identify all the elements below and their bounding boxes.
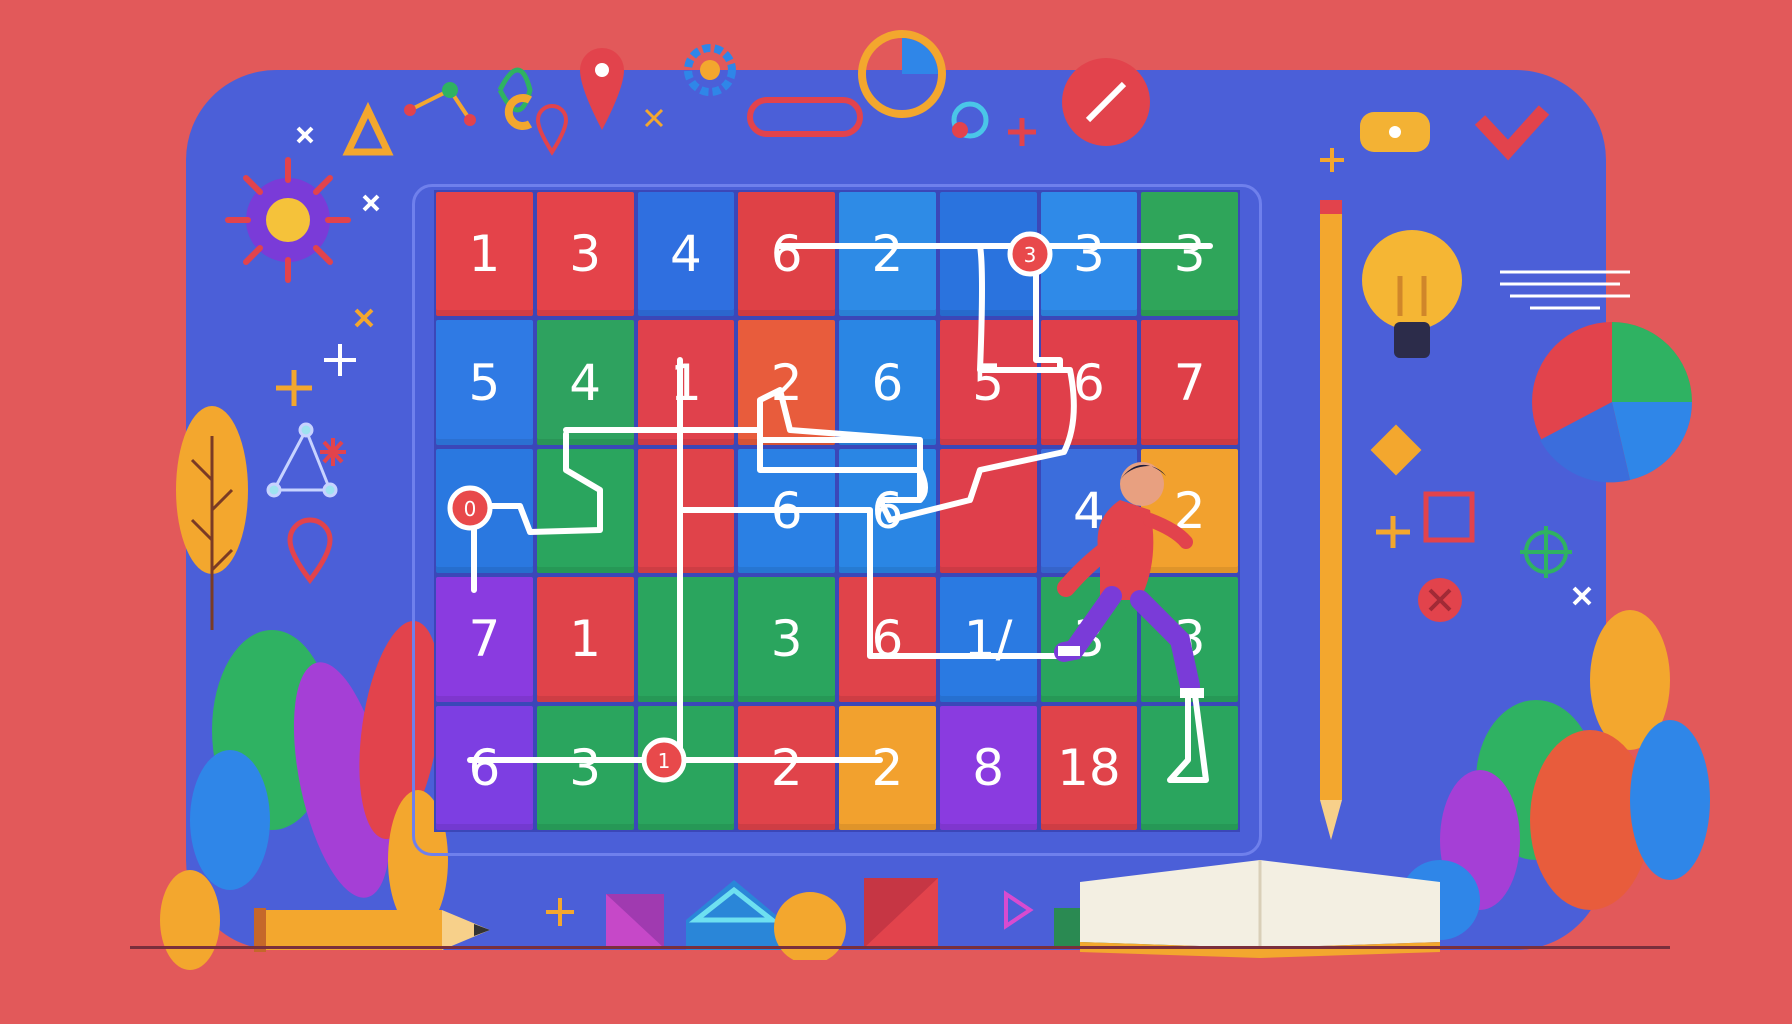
grid-cell[interactable]: 8 — [939, 705, 1037, 830]
grid-cell[interactable] — [637, 705, 735, 830]
grid-cell[interactable] — [1141, 705, 1238, 830]
grid-cell[interactable] — [436, 448, 533, 574]
close-icon — [644, 108, 664, 128]
plus-icon — [1376, 516, 1410, 548]
grid-cell[interactable]: 18 — [1040, 705, 1138, 830]
grid-cell[interactable]: 2 — [738, 705, 835, 830]
ground-line — [130, 946, 1670, 949]
grid-cell[interactable]: 3 — [536, 705, 634, 830]
game-scene: 1 3 4 6 2 3 3 5 4 1 2 6 5 6 7 6 6 4 2 7 … — [0, 0, 1792, 1024]
number-grid: 1 3 4 6 2 3 3 5 4 1 2 6 5 6 7 6 6 4 2 7 … — [434, 190, 1240, 832]
grid-cell[interactable]: 3 — [1141, 192, 1238, 317]
map-pin-icon — [535, 104, 569, 156]
molecule-icon — [404, 82, 476, 126]
tree-icon — [176, 406, 248, 630]
stethoscope-icon — [951, 101, 989, 139]
toggle-icon — [1360, 112, 1430, 152]
map-pin-icon — [580, 48, 624, 130]
grid-cell[interactable] — [637, 448, 735, 574]
grid-cell[interactable]: 6 — [1040, 320, 1138, 445]
grid-cell[interactable]: 3 — [1040, 577, 1138, 702]
grid-cell[interactable]: 5 — [939, 320, 1037, 445]
grid-cell[interactable]: 6 — [839, 577, 936, 702]
no-entry-icon — [1062, 58, 1150, 146]
pencil-icon — [1320, 200, 1342, 840]
plus-icon — [1008, 118, 1036, 146]
plus-icon — [276, 370, 312, 406]
grid-cell[interactable]: 6 — [436, 705, 533, 830]
grid-cell[interactable]: 5 — [436, 320, 533, 445]
grid-cell[interactable]: 1 — [436, 192, 533, 317]
grid-cell[interactable]: 7 — [436, 577, 533, 702]
square-icon — [1423, 491, 1475, 543]
grid-cell[interactable]: 3 — [536, 192, 634, 317]
grid-cell[interactable]: 1/ — [939, 577, 1037, 702]
grid-cell[interactable]: 6 — [738, 448, 835, 574]
circle-icon — [774, 892, 846, 960]
checkmark-icon — [1474, 105, 1550, 161]
crosshair-icon — [1520, 526, 1572, 578]
grid-cell[interactable]: 7 — [1141, 320, 1238, 445]
lightbulb-icon — [1362, 230, 1462, 358]
grid-cell[interactable]: 3 — [1141, 577, 1238, 702]
plus-icon — [546, 898, 574, 926]
close-icon — [1572, 586, 1592, 606]
grid-cell[interactable]: 2 — [1141, 448, 1238, 574]
close-icon — [1418, 578, 1462, 622]
sun-gear-icon — [225, 157, 351, 283]
house-icon — [686, 880, 782, 950]
text-lines-icon — [1500, 270, 1630, 310]
grid-cell[interactable]: 4 — [637, 192, 735, 317]
grid-cell[interactable]: 6 — [738, 192, 835, 317]
grid-cell[interactable] — [536, 448, 634, 574]
grid-cell[interactable] — [939, 448, 1037, 574]
grid-cell[interactable]: 6 — [839, 320, 936, 445]
grid-cell[interactable]: 1 — [637, 320, 735, 445]
play-icon — [1004, 890, 1034, 930]
plus-icon — [324, 344, 356, 376]
asterisk-icon — [320, 438, 346, 466]
close-icon — [354, 308, 374, 328]
gear-icon — [684, 44, 736, 96]
grid-cell[interactable]: 1 — [536, 577, 634, 702]
clock-icon — [858, 30, 946, 118]
grid-cell[interactable]: 4 — [536, 320, 634, 445]
grid-cell[interactable]: 2 — [839, 192, 936, 317]
grid-cell[interactable]: 6 — [839, 448, 936, 574]
close-icon — [362, 194, 380, 212]
grid-cell[interactable]: 3 — [1040, 192, 1138, 317]
grid-cell[interactable] — [637, 577, 735, 702]
map-pin-icon — [287, 517, 333, 585]
grid-cell[interactable]: 2 — [738, 320, 835, 445]
diamond-icon — [1370, 424, 1422, 476]
book-icon — [1080, 860, 1440, 958]
paperclip-icon — [747, 97, 863, 137]
grid-cell[interactable]: 4 — [1040, 448, 1138, 574]
cube-icon — [864, 878, 938, 948]
grid-cell[interactable]: 3 — [738, 577, 835, 702]
close-icon — [296, 126, 314, 144]
grid-cell[interactable]: 2 — [839, 705, 936, 830]
plus-icon — [1320, 148, 1344, 172]
grid-cell[interactable] — [939, 192, 1037, 317]
pie-chart-icon — [1532, 322, 1692, 483]
cube-icon — [606, 894, 664, 948]
